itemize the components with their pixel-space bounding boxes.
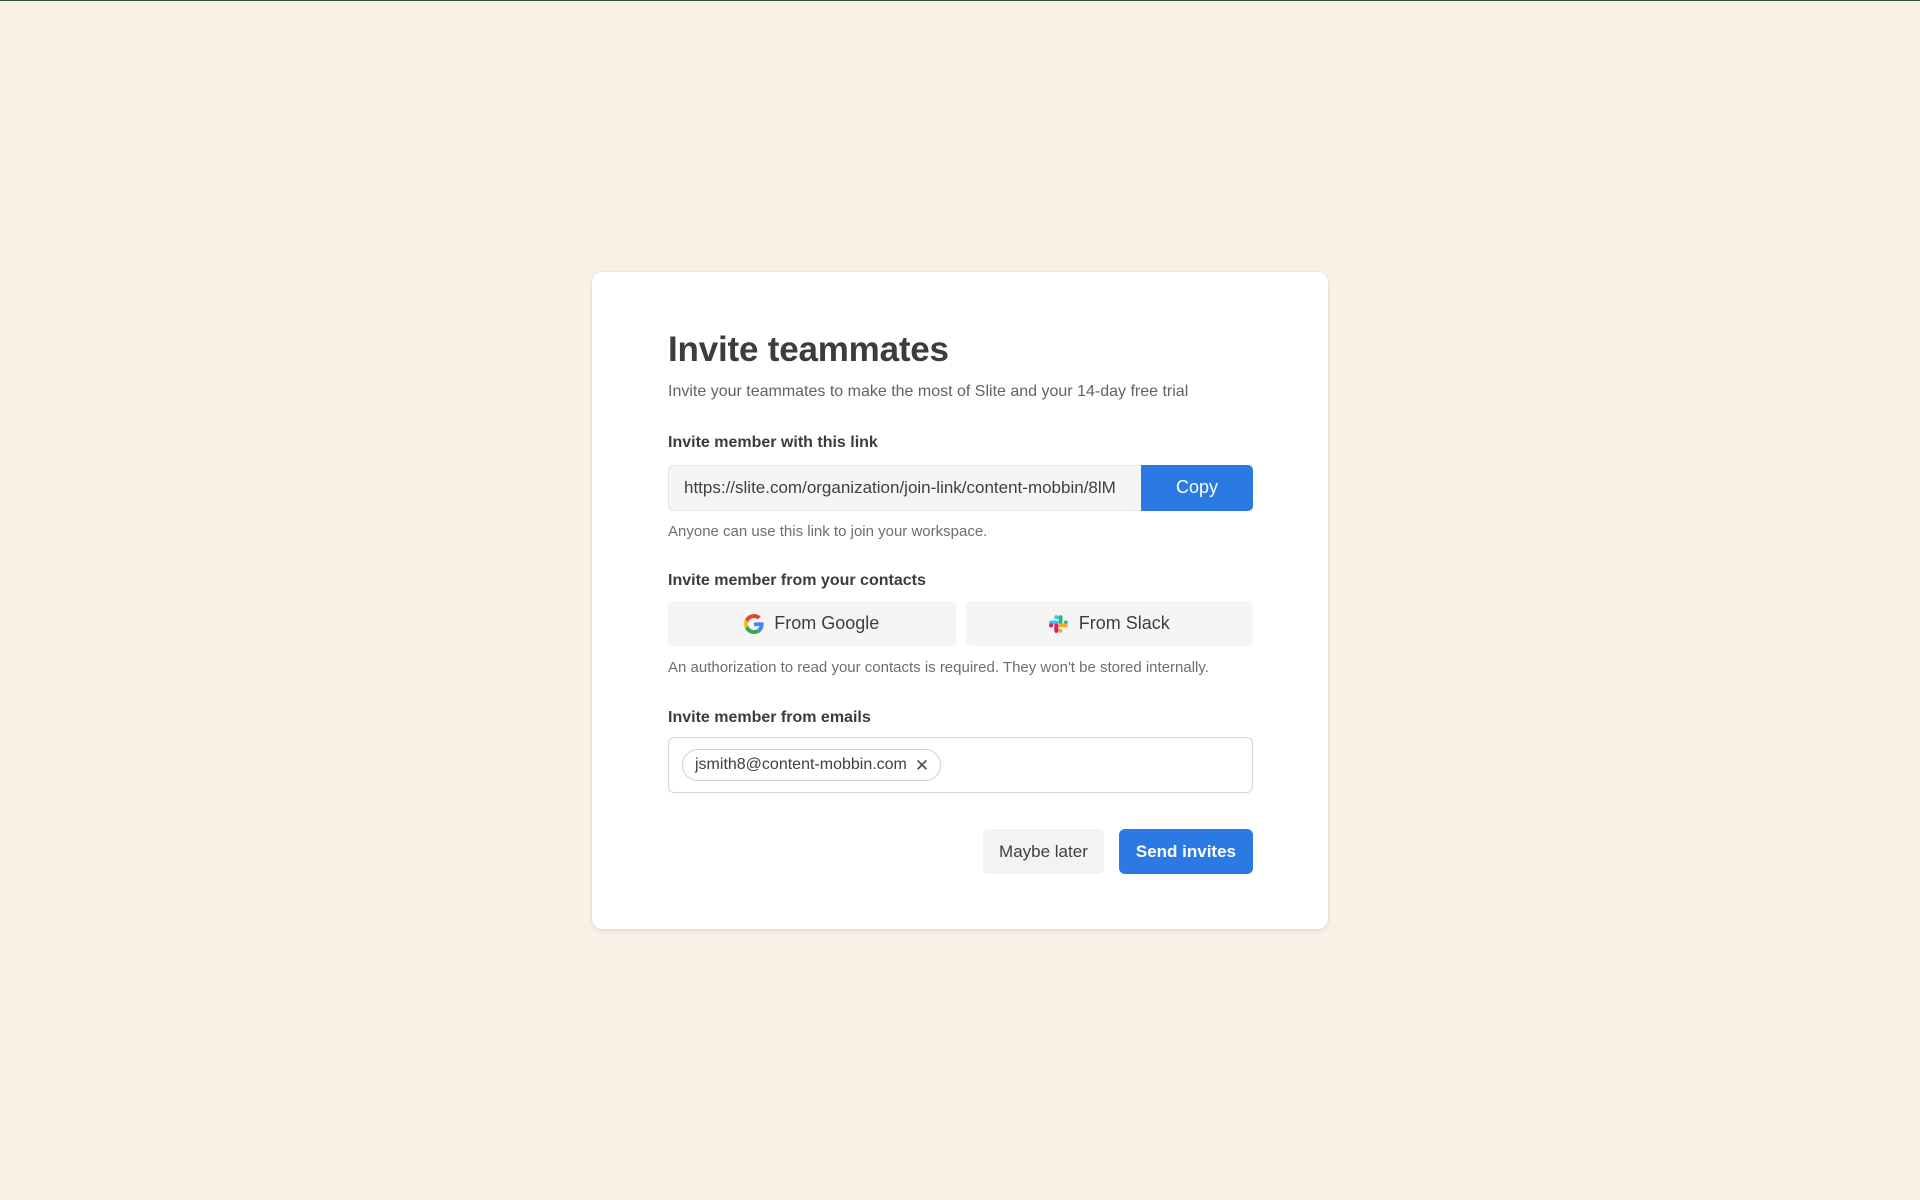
- modal-subtitle: Invite your teammates to make the most o…: [668, 383, 1189, 401]
- email-chip: jsmith8@content-mobbin.com ✕: [682, 749, 942, 782]
- close-icon[interactable]: ✕: [915, 757, 929, 774]
- link-hint: Anyone can use this link to join your wo…: [668, 522, 988, 540]
- modal-title: Invite teammates: [668, 330, 949, 369]
- modal-content: Invite teammates Invite your teammates t…: [668, 330, 1253, 875]
- contacts-section-label: Invite member from your contacts: [668, 572, 926, 590]
- maybe-later-button[interactable]: Maybe later: [983, 829, 1104, 875]
- invite-modal: Invite teammates Invite your teammates t…: [592, 272, 1328, 929]
- invite-link-field[interactable]: [668, 464, 1141, 511]
- email-input-field[interactable]: jsmith8@content-mobbin.com ✕: [668, 737, 1253, 794]
- link-section-label: Invite member with this link: [668, 434, 878, 452]
- contacts-hint: An authorization to read your contacts i…: [668, 659, 1209, 677]
- invite-link-row: Copy: [668, 464, 1253, 511]
- slack-icon: [1048, 614, 1069, 634]
- copy-link-button[interactable]: Copy: [1141, 464, 1253, 511]
- emails-section-label: Invite member from emails: [668, 708, 871, 726]
- contact-buttons-row: From Google From Slack: [668, 601, 1253, 647]
- send-invites-button[interactable]: Send invites: [1118, 829, 1253, 875]
- email-chip-label: jsmith8@content-mobbin.com: [695, 756, 907, 774]
- from-google-button[interactable]: From Google: [668, 601, 956, 647]
- modal-actions: Maybe later Send invites: [668, 829, 1253, 875]
- google-icon: [744, 613, 764, 634]
- from-google-label: From Google: [774, 613, 880, 634]
- from-slack-button[interactable]: From Slack: [965, 601, 1253, 647]
- from-slack-label: From Slack: [1078, 613, 1170, 634]
